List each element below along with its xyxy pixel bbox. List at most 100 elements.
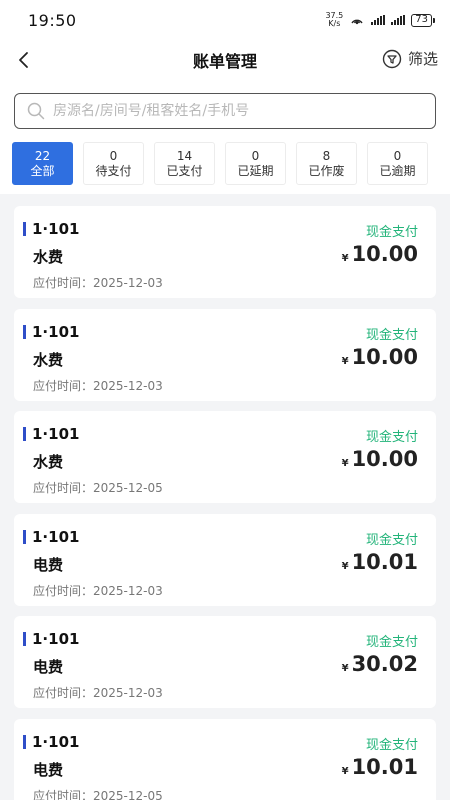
bill-amount: ¥ 10.00 [342,242,418,266]
filter-icon [382,49,402,68]
bill-amount-value: 10.01 [351,754,418,779]
bill-currency: ¥ [341,663,349,675]
bill-pay-method: 现金支付 [365,635,418,651]
bill-date-value: 2025-12-05 [93,788,163,800]
status-tab[interactable]: 0 待支付 [83,142,144,185]
tab-label: 已作废 [308,163,345,178]
bill-room-number: 1·101 [32,732,80,751]
signal-icon-secondary [391,15,406,25]
room-marker [23,222,26,236]
bill-date-label: 应付时间： [33,378,94,393]
bill-date-label: 应付时间： [33,686,94,701]
bill-card[interactable]: 1·101 现金支付 水费 ¥ 10.00 应付时间：2025-12-03 [14,206,436,298]
bill-card[interactable]: 1·101 现金支付 水费 ¥ 10.00 应付时间：2025-12-03 [14,308,436,401]
bill-pay-method: 现金支付 [365,737,418,753]
battery-icon: 73 [411,13,435,27]
bill-amount: ¥ 10.00 [342,345,418,369]
tab-count: 0 [393,148,402,163]
tab-label: 已逾期 [379,163,416,178]
bill-type: 电费 [33,555,64,574]
bill-due-date: 应付时间：2025-12-03 [33,377,163,394]
bill-room-number: 1·101 [32,220,80,238]
bill-room-number: 1·101 [32,322,80,341]
bill-due-date: 应付时间：2025-12-03 [33,582,163,599]
status-icons: 37.5 K/s 73 [325,12,435,28]
bill-amount-value: 10.00 [351,242,418,266]
bill-card[interactable]: 1·101 现金支付 电费 ¥ 30.02 应付时间：2025-12-03 [14,616,436,709]
bill-pay-method: 现金支付 [365,532,418,548]
bill-date-value: 2025-12-03 [93,378,163,393]
tab-count: 0 [251,148,260,163]
bill-date-label: 应付时间： [33,276,94,290]
tab-label: 全部 [30,163,55,178]
bill-type: 水费 [33,248,64,266]
network-speed: 37.5 K/s [325,12,343,28]
bill-date-label: 应付时间： [33,481,94,496]
bill-date-label: 应付时间： [33,583,94,598]
bill-amount: ¥ 10.01 [342,550,418,574]
bill-currency: ¥ [341,253,349,264]
network-speed-unit: K/s [328,19,341,28]
bill-amount-value: 30.02 [351,652,418,677]
search-section [0,80,450,140]
status-time: 19:50 [28,10,77,30]
bill-room-number: 1·101 [32,527,80,546]
bill-room-number: 1·101 [32,425,80,444]
bill-amount: ¥ 10.00 [342,447,418,471]
bill-room: 1·101 [23,220,79,238]
status-tab[interactable]: 0 已延期 [225,142,286,185]
bill-card[interactable]: 1·101 现金支付 电费 ¥ 10.01 应付时间：2025-12-03 [14,513,436,606]
bill-card[interactable]: 1·101 现金支付 水费 ¥ 10.00 应付时间：2025-12-05 [14,411,436,504]
status-tab[interactable]: 0 已逾期 [367,142,428,185]
bill-currency: ¥ [341,355,349,367]
status-tab[interactable]: 8 已作废 [296,142,357,185]
search-box[interactable] [14,93,436,129]
bill-room: 1·101 [23,323,79,341]
bill-pay-method: 现金支付 [365,430,418,446]
bill-amount: ¥ 30.02 [342,652,418,676]
tab-count: 0 [109,148,118,163]
bill-type: 电费 [33,760,64,779]
bill-date-value: 2025-12-03 [93,583,163,598]
bill-amount: ¥ 10.01 [342,755,418,779]
tab-label: 已延期 [237,163,274,178]
nav-bar: 账单管理 筛选 [0,40,450,80]
bill-room: 1·101 [23,528,79,546]
status-bar: 19:50 37.5 K/s 73 [0,0,450,40]
bill-room: 1·101 [23,733,79,751]
tab-label: 已支付 [166,163,203,178]
bill-room-number: 1·101 [32,630,80,649]
bill-amount-value: 10.00 [351,344,418,369]
search-icon [27,102,45,120]
bill-type: 电费 [33,658,64,677]
search-input[interactable] [53,103,423,119]
bill-list: 1·101 现金支付 水费 ¥ 10.00 应付时间：2025-12-03 1·… [0,196,450,800]
bill-card[interactable]: 1·101 现金支付 电费 ¥ 10.01 应付时间：2025-12-05 [14,718,436,800]
chevron-left-icon [19,52,28,68]
bill-due-date: 应付时间：2025-12-03 [33,274,163,291]
room-marker [23,324,26,339]
bill-room: 1·101 [23,425,79,443]
tab-count: 8 [322,148,331,163]
status-tab[interactable]: 22 全部 [12,142,73,185]
bill-due-date: 应付时间：2025-12-03 [33,684,163,701]
page-title: 账单管理 [192,52,257,71]
status-tab[interactable]: 14 已支付 [154,142,215,185]
bill-pay-method: 现金支付 [365,225,418,240]
bill-pay-method: 现金支付 [365,327,418,343]
bill-due-date: 应付时间：2025-12-05 [33,787,163,800]
tab-label: 待支付 [95,163,132,178]
status-tabs: 22 全部 0 待支付 14 已支付 0 已延期 8 已作废 0 已逾期 [0,140,450,194]
filter-label: 筛选 [407,50,438,68]
bill-type: 水费 [33,350,64,369]
back-button[interactable] [10,47,36,73]
bill-date-value: 2025-12-03 [93,686,163,701]
tab-count: 14 [176,148,193,163]
room-marker [23,632,26,647]
bill-currency: ¥ [341,765,349,777]
bill-currency: ¥ [341,458,349,470]
room-marker [23,734,26,749]
filter-button[interactable]: 筛选 [382,48,438,69]
bill-room: 1·101 [23,630,79,648]
room-marker [23,427,26,442]
